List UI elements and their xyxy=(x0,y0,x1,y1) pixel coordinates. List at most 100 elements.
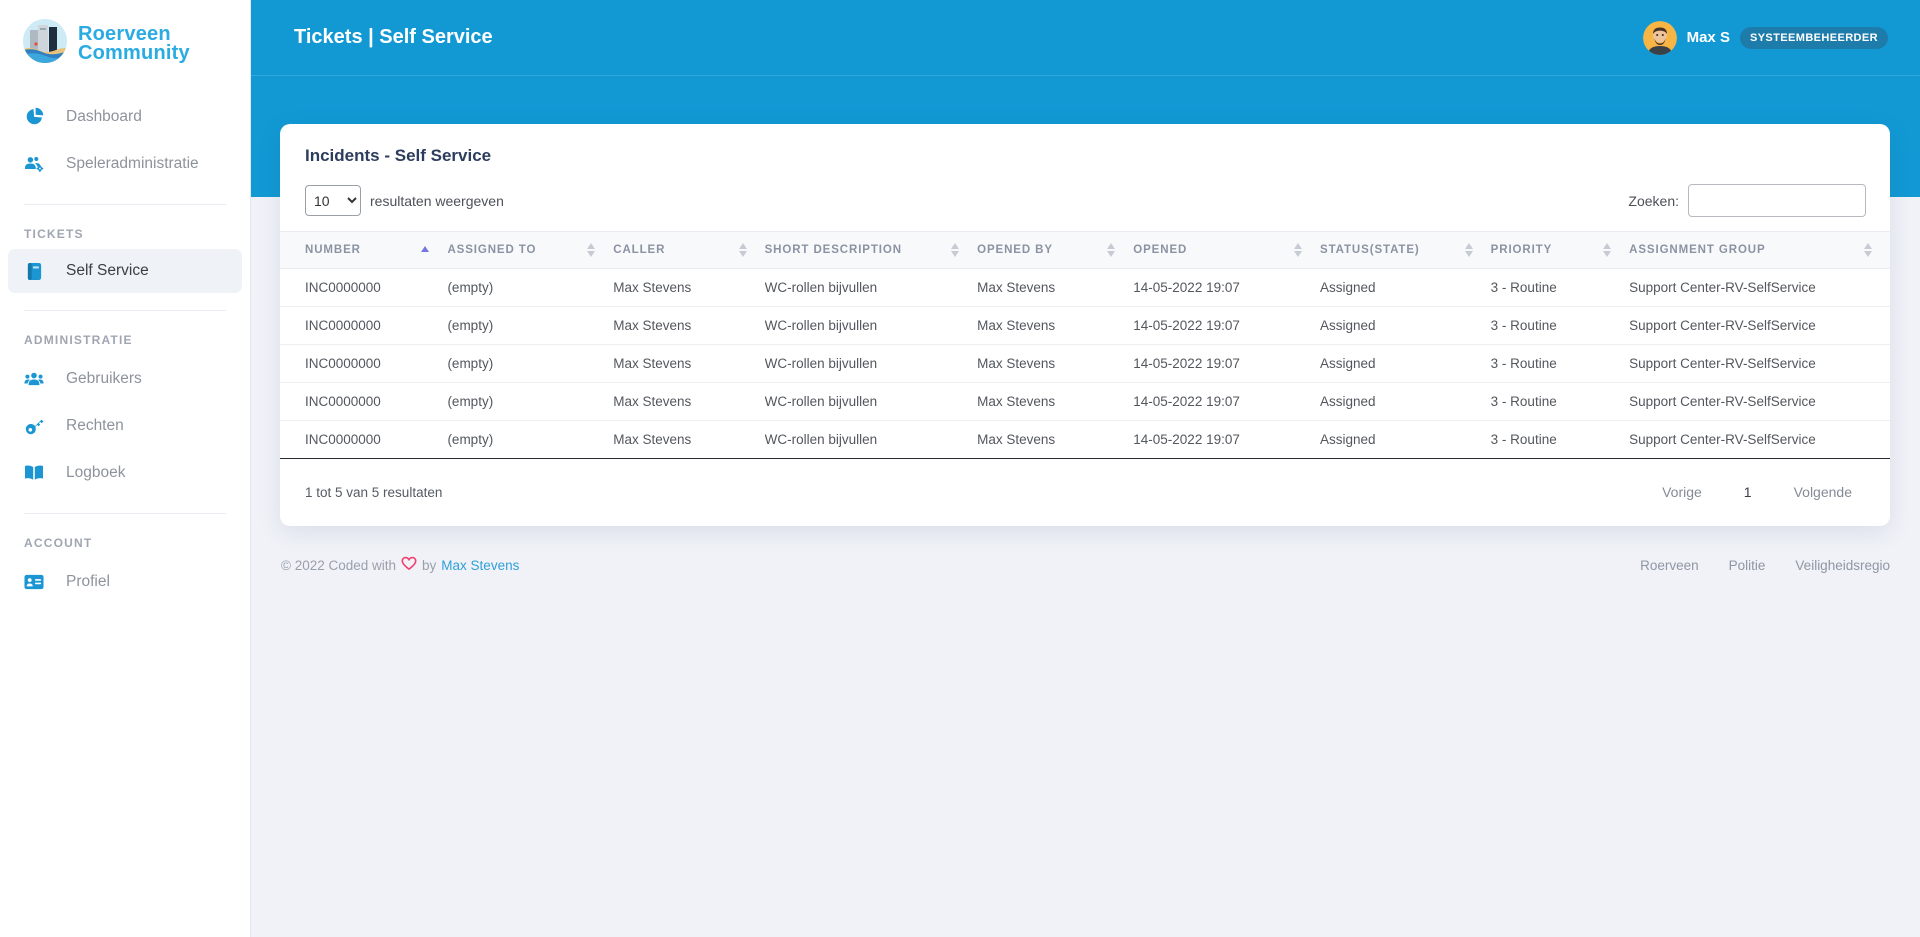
column-label: SHORT DESCRIPTION xyxy=(764,244,902,256)
brand-name: Roerveen Community xyxy=(78,22,190,64)
table-cell: 14-05-2022 19:07 xyxy=(1133,306,1321,345)
table-cell: Support Center-RV-SelfService xyxy=(1629,306,1890,345)
column-label: PRIORITY xyxy=(1490,244,1553,256)
sidebar-item-label: Gebruikers xyxy=(66,369,142,387)
table-cell: 14-05-2022 19:07 xyxy=(1133,268,1321,307)
incidents-table: NUMBER ASSIGNED TO CALLER SHORT DESCRIPTION… xyxy=(280,231,1890,459)
column-header-opened-by[interactable]: OPENED BY xyxy=(977,231,1134,269)
sidebar-section-tickets: TICKETS xyxy=(24,227,84,241)
table-cell: WC-rollen bijvullen xyxy=(764,306,978,345)
footer-link-politie[interactable]: Politie xyxy=(1729,558,1766,573)
sort-icons xyxy=(951,243,960,257)
table-cell: WC-rollen bijvullen xyxy=(764,268,978,307)
table-cell: Max Stevens xyxy=(613,420,765,459)
top-navbar: Tickets | Self Service Max S SYSTEEMBEHE… xyxy=(251,0,1920,76)
footer-link-veiligheidsregio[interactable]: Veiligheidsregio xyxy=(1795,558,1890,573)
pagination-next[interactable]: Volgende xyxy=(1794,484,1852,500)
table-row[interactable]: INC0000000 (empty) Max Stevens WC-rollen bi… xyxy=(280,306,1890,345)
table-cell: 14-05-2022 19:07 xyxy=(1133,382,1321,421)
table-cell: Max Stevens xyxy=(977,382,1134,421)
table-footer: 1 tot 5 van 5 resultaten Vorige 1 Volgen… xyxy=(280,459,1890,500)
sidebar-section-administratie: ADMINISTRATIE xyxy=(24,333,133,347)
table-head: NUMBER ASSIGNED TO CALLER SHORT DESCRIPTION… xyxy=(280,231,1890,269)
table-cell: Support Center-RV-SelfService xyxy=(1629,344,1890,383)
sidebar-item-profiel[interactable]: Profiel xyxy=(0,558,250,605)
column-header-assignment-group[interactable]: ASSIGNMENT GROUP xyxy=(1629,231,1890,269)
page-length-select[interactable]: 10 xyxy=(305,185,361,216)
column-header-priority[interactable]: PRIORITY xyxy=(1490,231,1630,269)
heart-icon xyxy=(401,556,417,574)
column-label: OPENED BY xyxy=(977,244,1053,256)
column-label: ASSIGNED TO xyxy=(447,244,537,256)
sort-icons xyxy=(1603,243,1612,257)
table-header-row: NUMBER ASSIGNED TO CALLER SHORT DESCRIPTION… xyxy=(280,231,1890,269)
table-cell: Support Center-RV-SelfService xyxy=(1629,382,1890,421)
table-cell: Max Stevens xyxy=(977,420,1134,459)
sidebar-divider xyxy=(24,204,226,205)
table-row[interactable]: INC0000000 (empty) Max Stevens WC-rollen bi… xyxy=(280,382,1890,421)
sidebar-item-self-service[interactable]: Self Service xyxy=(8,249,242,293)
table-cell: Max Stevens xyxy=(613,268,765,307)
table-row[interactable]: INC0000000 (empty) Max Stevens WC-rollen bi… xyxy=(280,268,1890,307)
table-cell: Max Stevens xyxy=(977,344,1134,383)
column-header-status-state[interactable]: STATUS(STATE) xyxy=(1320,231,1491,269)
sort-icons xyxy=(1107,243,1116,257)
table-cell: 3 - Routine xyxy=(1490,382,1630,421)
page-length-control: 10 resultaten weergeven xyxy=(305,185,504,216)
page-footer: © 2022 Coded with by Max Stevens Roervee… xyxy=(280,526,1890,574)
table-row[interactable]: INC0000000 (empty) Max Stevens WC-rollen bi… xyxy=(280,420,1890,459)
table-cell: 3 - Routine xyxy=(1490,268,1630,307)
pagination-current-page[interactable]: 1 xyxy=(1744,484,1752,500)
table-cell: Max Stevens xyxy=(613,344,765,383)
footer-link-roerveen[interactable]: Roerveen xyxy=(1640,558,1699,573)
table-cell: Assigned xyxy=(1320,382,1491,421)
users-icon xyxy=(24,369,44,389)
sidebar-divider xyxy=(24,310,226,311)
sidebar-item-speleradministratie[interactable]: Speleradministratie xyxy=(0,140,250,187)
column-header-caller[interactable]: CALLER xyxy=(613,231,765,269)
table-cell: Assigned xyxy=(1320,344,1491,383)
table-cell: 14-05-2022 19:07 xyxy=(1133,420,1321,459)
brand-logo[interactable]: Roerveen Community xyxy=(0,0,250,83)
sort-icons xyxy=(1294,243,1303,257)
column-header-short-description[interactable]: SHORT DESCRIPTION xyxy=(764,231,978,269)
key-icon xyxy=(24,416,44,436)
sidebar-item-gebruikers[interactable]: Gebruikers xyxy=(0,355,250,402)
table-row[interactable]: INC0000000 (empty) Max Stevens WC-rollen bi… xyxy=(280,344,1890,383)
pagination-previous[interactable]: Vorige xyxy=(1662,484,1702,500)
column-header-number[interactable]: NUMBER xyxy=(280,231,448,269)
sort-icons xyxy=(587,243,596,257)
column-label: CALLER xyxy=(613,244,666,256)
journal-icon xyxy=(24,261,44,281)
brand-logo-icon xyxy=(22,18,68,69)
sort-icons xyxy=(1864,243,1872,257)
sidebar-item-dashboard[interactable]: Dashboard xyxy=(0,93,250,140)
sidebar-item-logboek[interactable]: Logboek xyxy=(0,449,250,496)
table-cell: INC0000000 xyxy=(280,344,448,383)
results-info: 1 tot 5 van 5 resultaten xyxy=(305,484,443,500)
table-cell: INC0000000 xyxy=(280,420,448,459)
copyright-text: by xyxy=(422,557,437,573)
column-header-opened[interactable]: OPENED xyxy=(1133,231,1321,269)
sidebar-item-rechten[interactable]: Rechten xyxy=(0,402,250,449)
author-link[interactable]: Max Stevens xyxy=(441,558,519,573)
sidebar-item-label: Self Service xyxy=(66,262,149,279)
column-header-assigned-to[interactable]: ASSIGNED TO xyxy=(447,231,614,269)
user-name: Max S xyxy=(1686,29,1730,46)
column-label: NUMBER xyxy=(305,244,361,256)
sidebar-nav: Dashboard Speleradministratie TICKETS Se… xyxy=(0,83,250,605)
table-cell: (empty) xyxy=(447,268,614,307)
table-cell: WC-rollen bijvullen xyxy=(764,344,978,383)
column-label: ASSIGNMENT GROUP xyxy=(1629,244,1766,256)
sidebar-item-label: Profiel xyxy=(66,572,110,590)
column-label: OPENED xyxy=(1133,244,1188,256)
search-input[interactable] xyxy=(1688,184,1866,217)
table-cell: Assigned xyxy=(1320,420,1491,459)
table-cell: Max Stevens xyxy=(977,306,1134,345)
user-menu[interactable]: Max S SYSTEEMBEHEERDER xyxy=(1642,20,1888,55)
avatar[interactable] xyxy=(1642,20,1677,55)
table-cell: Max Stevens xyxy=(613,306,765,345)
table-cell: INC0000000 xyxy=(280,382,448,421)
table-cell: (empty) xyxy=(447,344,614,383)
app-window: Roerveen Community Dashboard Speleradmin… xyxy=(0,0,1920,937)
